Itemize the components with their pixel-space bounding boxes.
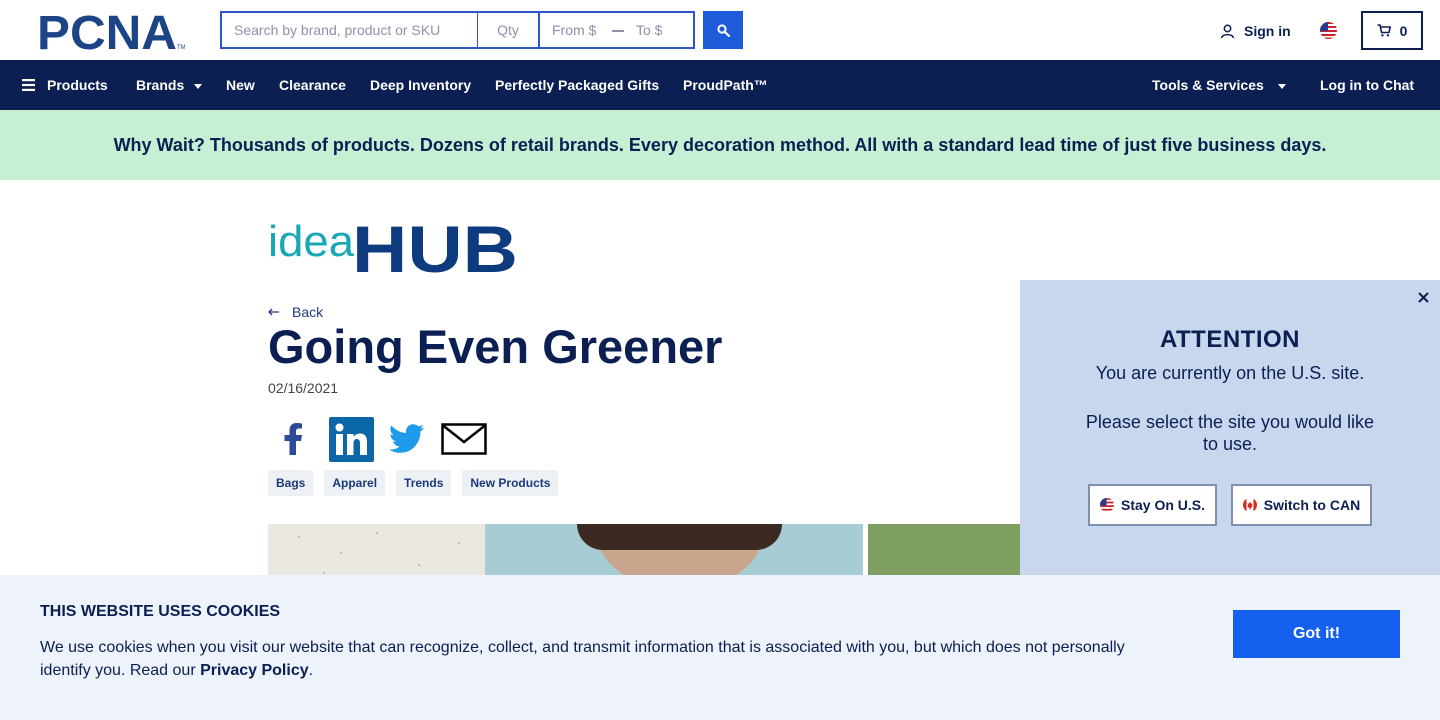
cookie-banner: THIS WEBSITE USES COOKIES We use cookies…: [0, 575, 1440, 720]
close-icon: [1417, 291, 1429, 303]
tag-trends[interactable]: Trends: [396, 470, 452, 496]
dialog-message: You are currently on the U.S. site.: [1095, 363, 1365, 383]
search-bar: Search by brand, product or SKU Qty From…: [220, 11, 695, 49]
us-flag-icon[interactable]: [1320, 22, 1337, 39]
dialog-heading: ATTENTION: [1159, 326, 1301, 353]
switch-can-button[interactable]: Switch to CAN: [1231, 484, 1372, 526]
cookie-period: .: [308, 662, 314, 679]
nav-gifts-label: Perfectly Packaged Gifts: [495, 77, 660, 93]
facebook-icon[interactable]: [278, 416, 308, 462]
sign-in-label: Sign in: [1244, 23, 1291, 39]
user-icon: [1220, 24, 1235, 38]
search-input[interactable]: Search by brand, product or SKU: [222, 13, 478, 47]
article-date: 02/16/2021: [268, 380, 339, 396]
stay-us-label: Stay On U.S.: [1120, 497, 1206, 513]
cart-count: 0: [1399, 22, 1408, 39]
menu-icon: [22, 79, 35, 91]
back-label: Back: [292, 304, 324, 320]
twitter-icon[interactable]: [388, 416, 426, 462]
back-link[interactable]: Back: [268, 304, 323, 320]
site-selection-dialog: ATTENTION You are currently on the U.S. …: [1020, 280, 1440, 576]
main-nav: Products Brands New Clearance Deep Inven…: [0, 60, 1440, 110]
logo-text: PCNA: [37, 12, 177, 50]
nav-deep-inventory[interactable]: Deep Inventory: [370, 60, 471, 110]
sign-in-link[interactable]: Sign in: [1220, 22, 1291, 40]
email-icon[interactable]: [441, 416, 487, 462]
us-flag-icon: [1099, 498, 1114, 512]
nav-chat-login[interactable]: Log in to Chat: [1320, 60, 1414, 110]
arrow-left-icon: [268, 308, 279, 316]
nav-new[interactable]: New: [226, 60, 255, 110]
nav-proudpath-label: ProudPath™: [683, 77, 768, 93]
ideahub-logo-hub: HUB: [352, 214, 518, 276]
got-it-button[interactable]: Got it!: [1233, 610, 1400, 658]
nav-products[interactable]: Products: [22, 60, 108, 110]
tag-new-products[interactable]: New Products: [462, 470, 559, 496]
nav-chat-label: Log in to Chat: [1320, 77, 1415, 93]
price-range-dash: [612, 30, 624, 32]
chevron-down-icon: [1277, 83, 1286, 89]
cart-icon: [1377, 24, 1391, 37]
promo-banner: Why Wait? Thousands of products. Dozens …: [0, 110, 1440, 180]
ideahub-logo[interactable]: idea HUB: [268, 214, 520, 276]
ideahub-logo-idea: idea: [268, 217, 355, 266]
nav-tools-services[interactable]: Tools & Services: [1152, 60, 1286, 110]
canada-flag-icon: [1242, 498, 1257, 512]
price-from-input[interactable]: From $: [540, 13, 612, 47]
nav-proudpath[interactable]: ProudPath™: [683, 60, 768, 110]
tag-list: Bags Apparel Trends New Products: [268, 470, 559, 496]
qty-input[interactable]: Qty: [478, 13, 540, 47]
cart-button[interactable]: 0: [1361, 11, 1423, 50]
nav-brands-label: Brands: [136, 77, 185, 93]
cookie-heading: THIS WEBSITE USES COOKIES: [40, 603, 281, 620]
search-icon: [716, 23, 730, 37]
pcna-logo[interactable]: PCNA TM: [37, 12, 185, 50]
cookie-text: We use cookies when you visit our websit…: [40, 636, 1160, 682]
nav-clearance-label: Clearance: [279, 77, 346, 93]
page-title: Going Even Greener: [268, 320, 723, 373]
chevron-down-icon: [194, 83, 203, 89]
nav-products-label: Products: [47, 77, 108, 93]
nav-deep-inventory-label: Deep Inventory: [370, 77, 472, 93]
tag-bags[interactable]: Bags: [268, 470, 314, 496]
nav-gifts[interactable]: Perfectly Packaged Gifts: [495, 60, 659, 110]
nav-clearance[interactable]: Clearance: [279, 60, 346, 110]
price-to-input[interactable]: To $: [624, 13, 693, 47]
close-button[interactable]: [1415, 289, 1431, 305]
dialog-prompt: Please select the site you would like to…: [1085, 412, 1375, 454]
nav-brands[interactable]: Brands: [136, 60, 203, 110]
linkedin-icon[interactable]: [328, 416, 374, 462]
nav-new-label: New: [226, 77, 255, 93]
stay-us-button[interactable]: Stay On U.S.: [1088, 484, 1217, 526]
nav-tools-label: Tools & Services: [1152, 77, 1264, 93]
search-button[interactable]: [703, 11, 743, 49]
svg-text:TM: TM: [177, 45, 185, 50]
tag-apparel[interactable]: Apparel: [324, 470, 386, 496]
switch-can-label: Switch to CAN: [1263, 497, 1361, 513]
privacy-policy-link[interactable]: Privacy Policy: [200, 662, 309, 679]
top-header: PCNA TM Search by brand, product or SKU …: [0, 0, 1440, 60]
promo-banner-text: Why Wait? Thousands of products. Dozens …: [113, 134, 1327, 155]
